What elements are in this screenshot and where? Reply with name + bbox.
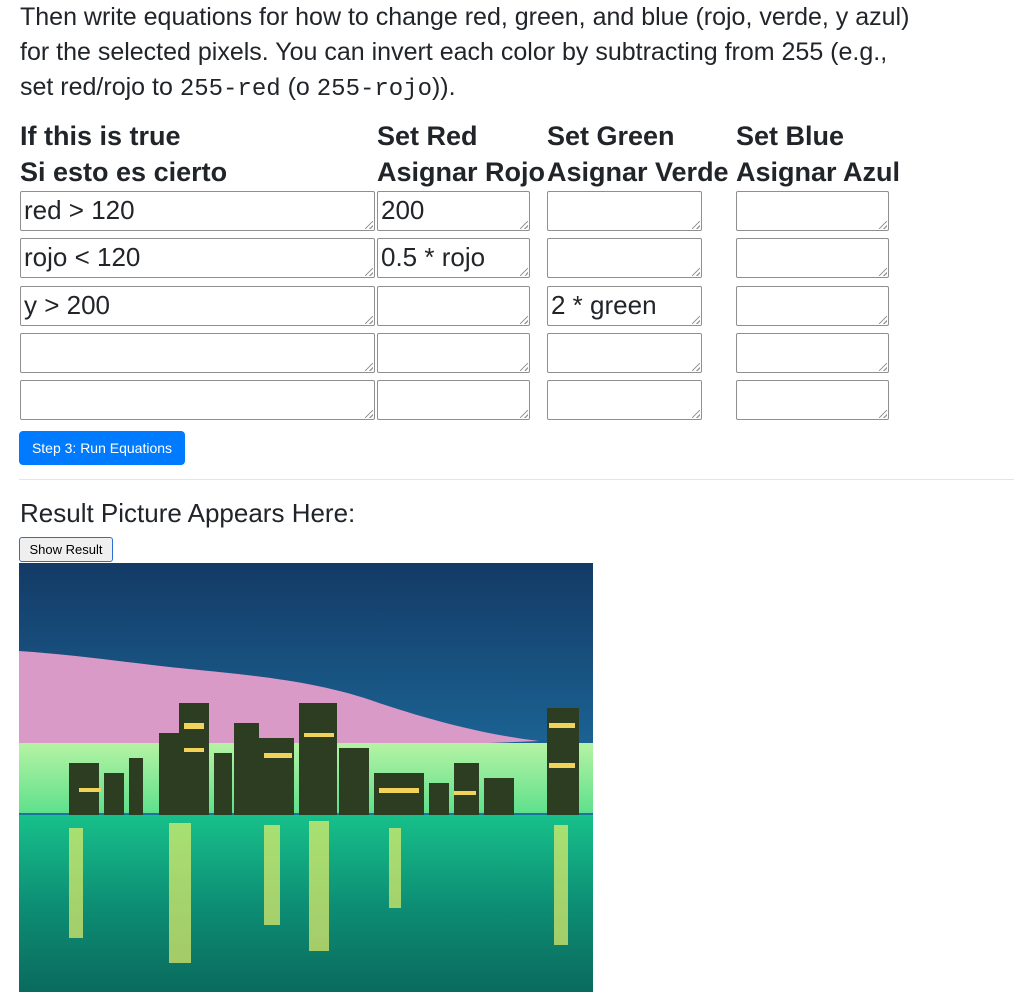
resize-grip-icon[interactable] [879,221,887,229]
header-condition-es: Si esto es cierto [20,157,228,187]
set-red-input[interactable]: 0.5 * rojo [377,238,530,278]
header-condition-en: If this is true [20,121,181,151]
resize-grip-icon[interactable] [879,363,887,371]
set-blue-input[interactable] [736,380,889,420]
header-blue: Set Blue Asignar Azul [736,118,900,190]
header-blue-en: Set Blue [736,121,845,151]
resize-grip-icon[interactable] [520,268,528,276]
resize-grip-icon[interactable] [879,410,887,418]
header-blue-es: Asignar Azul [736,157,901,187]
header-red-es: Asignar Rojo [377,157,546,187]
header-red: Set Red Asignar Rojo [377,118,545,190]
instructions: Then write equations for how to change r… [20,0,1020,107]
header-green: Set Green Asignar Verde [547,118,729,190]
code-invert-red: 255-red [179,76,281,103]
resize-grip-icon[interactable] [520,316,528,324]
instructions-line-3: set red/rojo to 255-red (o 255-rojo)). [20,70,1020,107]
resize-grip-icon[interactable] [365,410,373,418]
set-red-value: 0.5 * rojo [381,242,486,272]
resize-grip-icon[interactable] [365,363,373,371]
water-region [19,815,593,992]
show-result-button[interactable]: Show Result [19,537,113,562]
condition-input[interactable]: y > 200 [20,286,375,326]
resize-grip-icon[interactable] [692,221,700,229]
set-red-input[interactable] [377,333,530,373]
resize-grip-icon[interactable] [692,410,700,418]
resize-grip-icon[interactable] [692,363,700,371]
condition-value: rojo < 120 [24,242,141,272]
set-red-value: 200 [381,195,425,225]
set-red-input[interactable]: 200 [377,191,530,231]
set-green-input[interactable]: 2 * green [547,286,702,326]
set-red-input[interactable] [377,380,530,420]
run-equations-button[interactable]: Step 3: Run Equations [19,431,185,465]
resize-grip-icon[interactable] [879,268,887,276]
result-picture [19,563,593,992]
resize-grip-icon[interactable] [365,268,373,276]
resize-grip-icon[interactable] [365,316,373,324]
resize-grip-icon[interactable] [692,268,700,276]
set-green-input[interactable] [547,238,702,278]
condition-input[interactable] [20,333,375,373]
condition-input[interactable]: rojo < 120 [20,238,375,278]
resize-grip-icon[interactable] [365,221,373,229]
resize-grip-icon[interactable] [520,410,528,418]
instructions-text: set red/rojo to [20,73,180,101]
instructions-text: )). [431,73,456,101]
divider [19,479,1014,480]
condition-input[interactable]: red > 120 [20,191,375,231]
set-red-input[interactable] [377,286,530,326]
code-invert-rojo: 255-rojo [316,76,432,103]
set-green-input[interactable] [547,333,702,373]
resize-grip-icon[interactable] [692,316,700,324]
set-blue-input[interactable] [736,286,889,326]
resize-grip-icon[interactable] [520,363,528,371]
condition-value: y > 200 [24,290,111,320]
page: Then write equations for how to change r… [0,0,1024,998]
result-title: Result Picture Appears Here: [20,498,356,528]
set-blue-input[interactable] [736,333,889,373]
set-blue-input[interactable] [736,191,889,231]
header-green-es: Asignar Verde [547,157,729,187]
header-green-en: Set Green [547,121,675,151]
set-green-input[interactable] [547,191,702,231]
instructions-line-1: Then write equations for how to change r… [20,3,910,31]
set-blue-input[interactable] [736,238,889,278]
resize-grip-icon[interactable] [879,316,887,324]
condition-input[interactable] [20,380,375,420]
header-condition: If this is true Si esto es cierto [20,118,227,190]
set-green-input[interactable] [547,380,702,420]
instructions-line-2: for the selected pixels. You can invert … [20,38,888,66]
instructions-text: (o [280,73,317,101]
header-red-en: Set Red [377,121,478,151]
condition-value: red > 120 [24,195,135,225]
resize-grip-icon[interactable] [520,221,528,229]
set-green-value: 2 * green [551,290,657,320]
